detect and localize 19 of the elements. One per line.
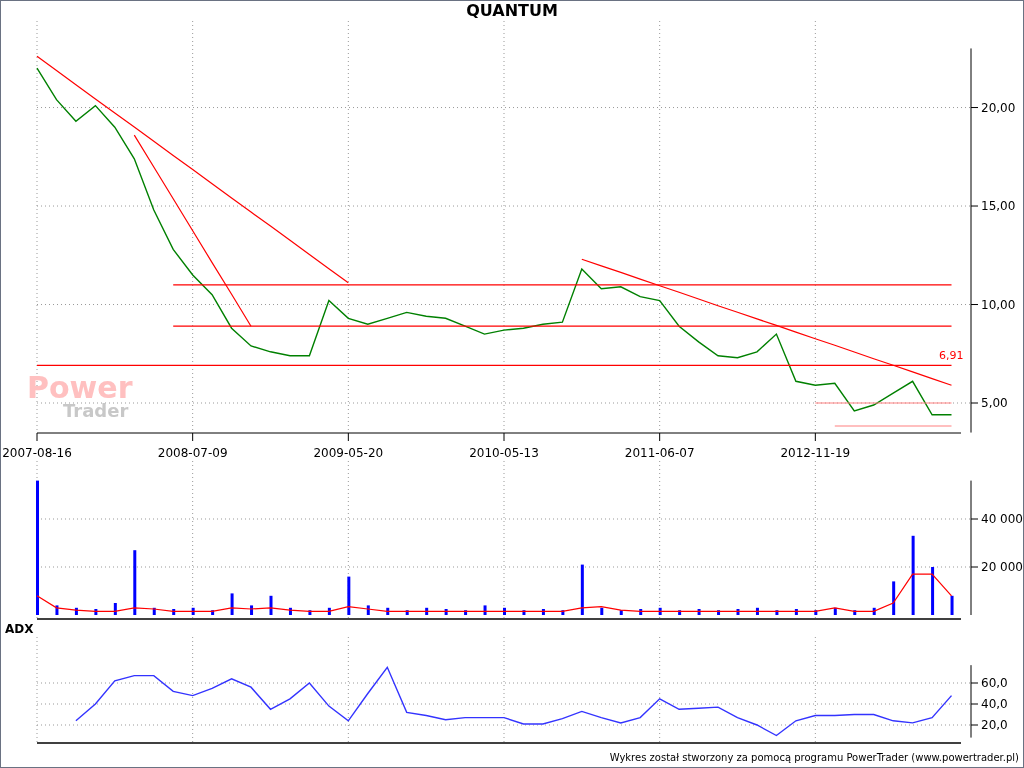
axis-label: 15,00 [981, 199, 1016, 214]
axis-label: 20,00 [981, 100, 1016, 115]
axis-label: 2012-11-19 [780, 446, 851, 460]
axis-label: 10,00 [981, 297, 1016, 312]
axis-label: 2007-08-16 [2, 446, 72, 460]
axis-label: 20 000 [981, 560, 1023, 574]
axis-label: 5,00 [981, 396, 1008, 410]
axis-label: 20,0 [981, 718, 1008, 732]
axis-label: 2010-05-13 [469, 446, 539, 460]
axis-label: 2008-07-09 [157, 446, 228, 460]
axis-label: 2009-05-20 [313, 446, 384, 460]
chart-title: QUANTUM [466, 1, 558, 21]
level-label: 6,91 [939, 349, 964, 363]
footer-credit: Wykres został stworzony za pomocą programu PowerTrader (www.powertrader.pl) [609, 752, 1019, 764]
axis-label: 40,0 [981, 697, 1008, 711]
panel-label: ADX [5, 621, 34, 637]
axis-label: 60,0 [981, 676, 1008, 690]
axis-label: 2011-06-07 [624, 446, 695, 460]
axis-label: 40 000 [981, 512, 1023, 526]
